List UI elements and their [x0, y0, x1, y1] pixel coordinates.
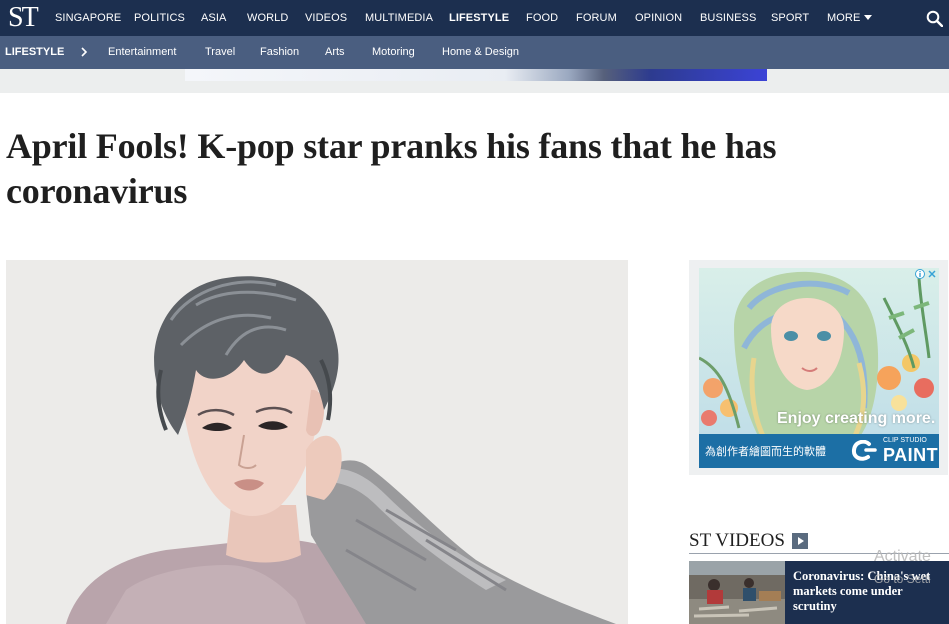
nav-item-lifestyle[interactable]: LIFESTYLE [449, 0, 509, 36]
portrait-illustration [6, 260, 628, 624]
article-hero-image[interactable] [6, 260, 628, 624]
nav-item-world[interactable]: WORLD [247, 0, 288, 36]
subnav-item-entertainment[interactable]: Entertainment [108, 36, 176, 69]
nav-item-food[interactable]: FOOD [526, 0, 558, 36]
subnav-item-arts[interactable]: Arts [325, 36, 345, 69]
video-thumbnail[interactable] [689, 561, 785, 624]
ad-brand-bar: 為創作者繪圖而生的軟體 CLIP STUDIO PAINT [699, 434, 939, 468]
activate-windows-subtext: Go to Setti [874, 572, 931, 586]
subnav-item-home-design[interactable]: Home & Design [442, 36, 519, 69]
market-thumbnail-illustration [689, 561, 785, 624]
ad-chinese-text: 為創作者繪圖而生的軟體 [705, 446, 826, 458]
top-navigation: ST SINGAPORE POLITICS ASIA WORLD VIDEOS … [0, 0, 949, 36]
video-list-item[interactable]: Coronavirus: China's wet markets come un… [689, 561, 949, 624]
nav-item-politics[interactable]: POLITICS [134, 0, 185, 36]
st-logo[interactable]: ST [8, 2, 39, 34]
nav-item-sport[interactable]: SPORT [771, 0, 809, 36]
ad-brand-small: CLIP STUDIO [883, 437, 927, 444]
chevron-down-icon [864, 15, 873, 20]
ad-info-icon[interactable] [915, 269, 925, 279]
nav-item-videos[interactable]: VIDEOS [305, 0, 347, 36]
nav-item-asia[interactable]: ASIA [201, 0, 226, 36]
more-label: MORE [827, 12, 861, 24]
nav-item-forum[interactable]: FORUM [576, 0, 617, 36]
nav-item-multimedia[interactable]: MULTIMEDIA [365, 0, 433, 36]
chevron-right-icon [81, 47, 88, 57]
sidebar-ad[interactable]: Enjoy creating more. 為創作者繪圖而生的軟體 CLIP ST… [699, 268, 939, 468]
clip-studio-logo-icon [851, 440, 877, 461]
ad-brand: PAINT [883, 445, 939, 465]
nav-item-business[interactable]: BUSINESS [700, 0, 756, 36]
search-icon[interactable] [926, 10, 943, 27]
subnav-section-lifestyle[interactable]: LIFESTYLE [5, 36, 64, 69]
subnav-item-travel[interactable]: Travel [205, 36, 235, 69]
sub-navigation: LIFESTYLE Entertainment Travel Fashion A… [0, 36, 949, 69]
article-headline: April Fools! K-pop star pranks his fans … [6, 126, 777, 211]
ad-tagline: Enjoy creating more. [777, 410, 936, 427]
nav-item-more[interactable]: MORE [827, 0, 873, 36]
nav-item-opinion[interactable]: OPINION [635, 0, 682, 36]
st-videos-heading[interactable]: ST VIDEOS [689, 530, 785, 552]
play-icon[interactable] [792, 533, 808, 549]
activate-windows-watermark: Activate [874, 548, 931, 565]
banner-ad[interactable] [185, 69, 767, 81]
nav-item-singapore[interactable]: SINGAPORE [55, 0, 121, 36]
subnav-item-motoring[interactable]: Motoring [372, 36, 415, 69]
subnav-item-fashion[interactable]: Fashion [260, 36, 299, 69]
ad-close-icon[interactable] [927, 269, 937, 279]
